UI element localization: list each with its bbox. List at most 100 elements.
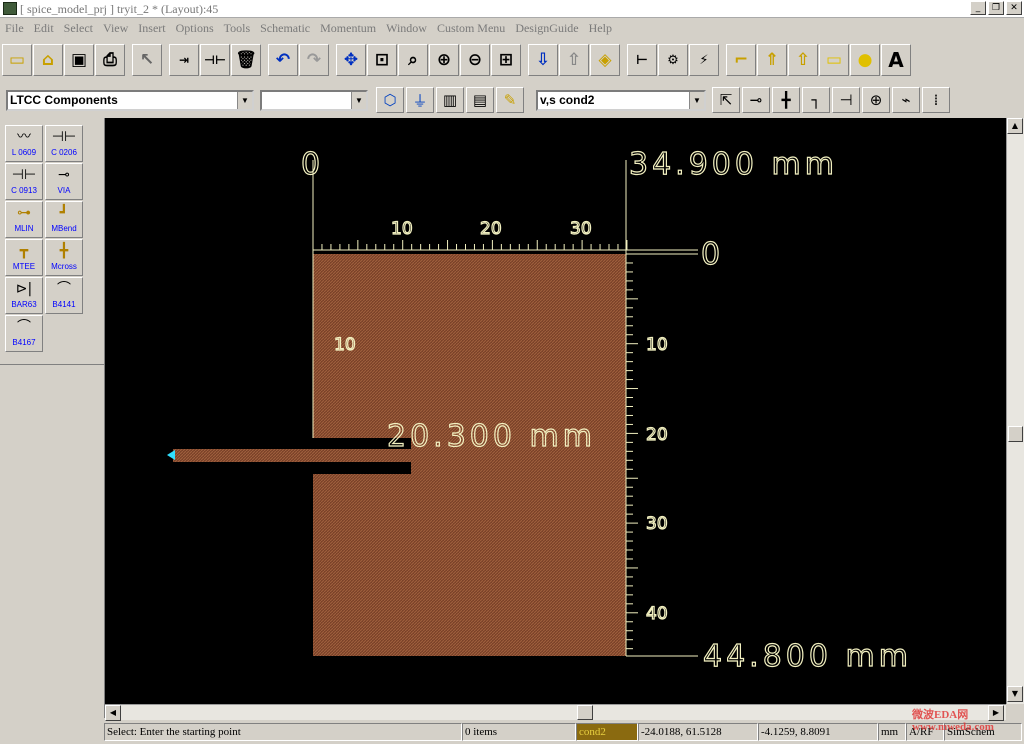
insert-port-icon[interactable]: ⇥ — [169, 44, 199, 76]
insert-component-icon[interactable]: ⊣⊢ — [200, 44, 230, 76]
menu-options[interactable]: Options — [171, 21, 219, 36]
horizontal-scroll-thumb[interactable] — [577, 705, 593, 720]
snap-point-icon[interactable]: ⇱ — [712, 87, 740, 113]
pencil-icon[interactable]: ✎ — [496, 87, 524, 113]
microstrip-line-icon: ⊶ — [17, 205, 31, 221]
save-icon[interactable]: ▣ — [64, 44, 94, 76]
close-button[interactable]: ✕ — [1006, 1, 1022, 15]
push-into-icon[interactable]: ⇩ — [528, 44, 558, 76]
menu-select[interactable]: Select — [59, 21, 98, 36]
layer-view-icon[interactable]: ◈ — [590, 44, 620, 76]
menu-momentum[interactable]: Momentum — [315, 21, 381, 36]
insert-circle-icon[interactable]: ● — [850, 44, 880, 76]
palette-item[interactable]: ⌒ B4167 — [5, 315, 43, 352]
palette-item[interactable]: ⊣⊢ C 0206 — [45, 125, 83, 162]
palette-item[interactable]: ╋ Mcross — [45, 239, 83, 276]
snap-intersect-icon[interactable]: ╋ — [772, 87, 800, 113]
layer-combo[interactable]: ▼ — [260, 89, 368, 111]
status-items: 0 items — [462, 723, 576, 741]
insert-path-icon[interactable]: ⌐ — [726, 44, 756, 76]
snap-edge-icon[interactable]: ┐ — [802, 87, 830, 113]
chevron-down-icon[interactable]: ▼ — [237, 91, 252, 109]
x-tick-20: 20 — [480, 219, 502, 239]
menu-edit[interactable]: Edit — [29, 21, 59, 36]
select-arrow-icon[interactable]: ↖ — [132, 44, 162, 76]
capacitor-icon: ⊣⊢ — [11, 167, 37, 183]
redo-icon[interactable]: ↷ — [299, 44, 329, 76]
zoom-out-icon[interactable]: ⊖ — [460, 44, 490, 76]
horizontal-scrollbar[interactable]: ◀ ▶ — [105, 704, 1006, 721]
new-file-icon[interactable]: ▭ — [2, 44, 32, 76]
diode-icon: ⊳| — [15, 281, 33, 297]
ground-icon[interactable]: ⏚ — [406, 87, 434, 113]
minimize-button[interactable]: _ — [970, 1, 986, 15]
print-icon[interactable]: ⎙ — [95, 44, 125, 76]
zoom-in-icon[interactable]: ⊕ — [429, 44, 459, 76]
menu-designguide[interactable]: DesignGuide — [510, 21, 583, 36]
feed-line[interactable] — [173, 449, 411, 462]
microstrip-cross-icon: ╋ — [59, 243, 69, 259]
pop-out-icon[interactable]: ⇧ — [559, 44, 589, 76]
scroll-up-icon[interactable]: ▲ — [1007, 118, 1023, 134]
zoom-area-icon[interactable]: ⊡ — [367, 44, 397, 76]
palette-item[interactable]: ┛ MBend — [45, 201, 83, 238]
vertical-scrollbar[interactable]: ▲ ▼ — [1006, 118, 1024, 704]
x-tick-10: 10 — [391, 219, 413, 239]
menu-insert[interactable]: Insert — [133, 21, 170, 36]
palette-item-label: B4167 — [12, 338, 36, 347]
wire-icon[interactable]: ⊢ — [627, 44, 657, 76]
var-eqn-icon[interactable]: ▥ — [436, 87, 464, 113]
vertical-scroll-thumb[interactable] — [1008, 426, 1023, 442]
menu-window[interactable]: Window — [381, 21, 432, 36]
palette-item[interactable]: 〰 L 0609 — [5, 125, 43, 162]
insert-text-icon[interactable]: A — [881, 44, 911, 76]
insert-rectangle-icon[interactable]: ▭ — [819, 44, 849, 76]
tune-icon[interactable]: ⚡ — [689, 44, 719, 76]
move-icon[interactable]: ✥ — [336, 44, 366, 76]
snap-vertex-icon[interactable]: ⌁ — [892, 87, 920, 113]
y-tick-40: 40 — [646, 604, 668, 624]
main-toolbar: ▭ ⌂ ▣ ⎙ ↖ ⇥ ⊣⊢ 🗑 ↶ ↷ ✥ ⊡ ⌕ ⊕ ⊖ ⊞ ⇩ ⇧ ◈ ⊢… — [2, 42, 912, 78]
snap-grid-icon[interactable]: ⁞ — [922, 87, 950, 113]
undo-icon[interactable]: ↶ — [268, 44, 298, 76]
palette-item[interactable]: ⌒ B4141 — [45, 277, 83, 314]
open-folder-icon[interactable]: ⌂ — [33, 44, 63, 76]
palette-item[interactable]: ⊶ MLIN — [5, 201, 43, 238]
chevron-down-icon[interactable]: ▼ — [689, 91, 704, 109]
restore-button[interactable]: ❐ — [988, 1, 1004, 15]
palette-item-label: B4141 — [52, 300, 76, 309]
snap-center-icon[interactable]: ⊕ — [862, 87, 890, 113]
chevron-down-icon[interactable]: ▼ — [351, 91, 366, 109]
palette-item[interactable]: ⊳| BAR63 — [5, 277, 43, 314]
port-marker-icon[interactable] — [167, 450, 175, 460]
menu-help[interactable]: Help — [584, 21, 617, 36]
status-layer: cond2 — [576, 723, 638, 741]
component-combo[interactable]: v,s cond2 ▼ — [536, 89, 706, 111]
delete-trash-icon[interactable]: 🗑 — [231, 44, 261, 76]
watermark: 微波EDA网 www.mweda.com — [912, 709, 994, 733]
title-bar: [ spice_model_prj ] tryit_2 * (Layout):4… — [0, 0, 1024, 18]
palette-item[interactable]: ⊣⊢ C 0913 — [5, 163, 43, 200]
menu-tools[interactable]: Tools — [219, 21, 256, 36]
port-icon[interactable]: ⬡ — [376, 87, 404, 113]
insert-trace-icon[interactable]: ⇑ — [757, 44, 787, 76]
view-all-icon[interactable]: ⊞ — [491, 44, 521, 76]
simulate-icon[interactable]: ⚙ — [658, 44, 688, 76]
menu-custom-menu[interactable]: Custom Menu — [432, 21, 510, 36]
palette-combo[interactable]: LTCC Components ▼ — [6, 89, 254, 111]
scroll-down-icon[interactable]: ▼ — [1007, 686, 1023, 702]
width-readout: 34.900 mm — [629, 147, 838, 182]
snap-pin-icon[interactable]: ⊣ — [832, 87, 860, 113]
display-template-icon[interactable]: ▤ — [466, 87, 494, 113]
insert-polygon-icon[interactable]: ⇧ — [788, 44, 818, 76]
microstrip-bend-icon: ┛ — [59, 205, 69, 221]
scroll-left-icon[interactable]: ◀ — [105, 705, 121, 721]
menu-schematic[interactable]: Schematic — [255, 21, 315, 36]
zoom-icon[interactable]: ⌕ — [398, 44, 428, 76]
snap-midpoint-icon[interactable]: ⊸ — [742, 87, 770, 113]
menu-view[interactable]: View — [98, 21, 133, 36]
palette-item[interactable]: ⊸ VIA — [45, 163, 83, 200]
layout-canvas[interactable]: 0 34.900 mm 10 20 30 0 10 20 30 40 10 20… — [105, 118, 1006, 704]
menu-file[interactable]: File — [0, 21, 29, 36]
palette-item[interactable]: ┳ MTEE — [5, 239, 43, 276]
